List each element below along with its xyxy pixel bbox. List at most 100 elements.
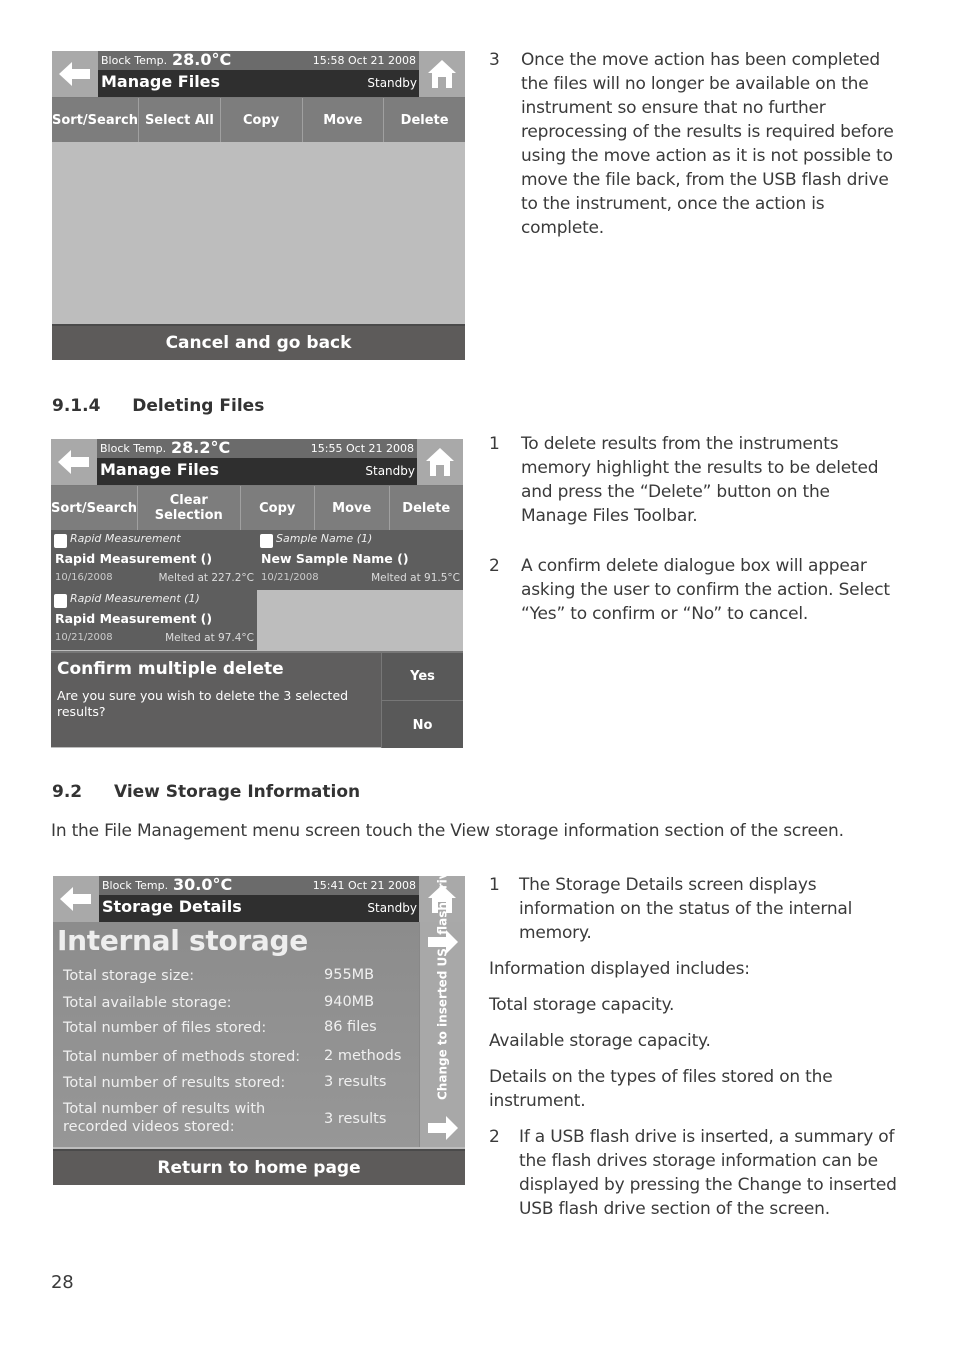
block-temp-value: 28.2°C (171, 439, 231, 457)
info-item: Available storage capacity. (489, 1031, 711, 1051)
screen-title: Storage Details (102, 897, 242, 916)
checkbox[interactable] (54, 534, 67, 548)
file-tile[interactable]: Rapid Measurement (1) Rapid Measurement … (51, 590, 257, 650)
step-number: 1 (489, 875, 500, 895)
section-title: View Storage Information (113, 782, 361, 802)
section-heading-9-1-4: 9.1.4 Deleting Files (52, 396, 264, 416)
storage-row-label: Total number of methods stored: (63, 1049, 301, 1065)
header-bar: Block Temp. 30.0°C 15:41 Oct 21 2008 Sto… (53, 876, 465, 922)
manage-files-toolbar: Sort/Search Select All Copy Move Delete (52, 97, 465, 142)
clear-selection-button[interactable]: Clear Selection (138, 486, 241, 530)
status-text: Standby (367, 901, 417, 915)
delete-steps: 1 To delete results from the instruments… (489, 432, 899, 626)
file-type: Rapid Measurement (1) (70, 592, 200, 605)
delete-button[interactable]: Delete (384, 98, 465, 142)
file-date: 10/21/2008 (55, 632, 113, 643)
checkbox[interactable] (54, 594, 67, 608)
dialog-title: Confirm multiple delete (57, 659, 284, 679)
move-button[interactable]: Move (315, 486, 390, 530)
info-item: Details on the types of files stored on … (489, 1067, 833, 1111)
step-2: 2 A confirm delete dialogue box will app… (489, 554, 899, 626)
screen-title: Manage Files (101, 72, 221, 91)
step-1: 1 To delete results from the instruments… (489, 432, 899, 528)
cancel-and-go-back-button[interactable]: Cancel and go back (52, 324, 465, 360)
dialog-message: Are you sure you wish to delete the 3 se… (57, 688, 349, 719)
header-bar: Block Temp. 28.0°C 15:58 Oct 21 2008 Man… (52, 51, 465, 97)
storage-details-screen: Block Temp. 30.0°C 15:41 Oct 21 2008 Sto… (53, 876, 465, 1185)
title-area: Block Temp. 30.0°C 15:41 Oct 21 2008 Sto… (99, 876, 419, 922)
storage-row-value: 940MB (324, 994, 375, 1010)
section-number: 9.1.4 (52, 396, 101, 416)
step-text: If a USB flash drive is inserted, a summ… (519, 1127, 897, 1219)
file-name: Rapid Measurement () (55, 611, 213, 626)
yes-button[interactable]: Yes (381, 653, 463, 701)
step-number: 2 (489, 1127, 500, 1147)
block-temp-label: Block Temp. (102, 879, 169, 892)
step-text: To delete results from the instruments m… (521, 434, 879, 526)
section-intro: In the File Management menu screen touch… (51, 821, 844, 841)
page-number: 28 (51, 1272, 74, 1293)
block-temp-value: 30.0°C (173, 876, 233, 894)
datetime: 15:41 Oct 21 2008 (312, 879, 416, 892)
storage-row-value: 2 methods (324, 1048, 402, 1064)
file-tile[interactable]: Sample Name (1) New Sample Name () 10/21… (257, 530, 463, 590)
file-date: 10/16/2008 (55, 572, 113, 583)
change-to-usb-button[interactable]: Change to inserted USB flash drive (419, 876, 465, 1147)
step-text: The Storage Details screen displays info… (519, 875, 853, 943)
usb-button-label: Change to inserted USB flash drive (435, 876, 449, 1100)
melt-result: Melted at 227.2°C (158, 572, 254, 584)
storage-row-value: 86 files (324, 1019, 377, 1035)
home-button[interactable] (417, 439, 463, 485)
info-intro: Information displayed includes: (489, 959, 750, 979)
step-2: 2 If a USB flash drive is inserted, a su… (489, 1125, 899, 1221)
storage-row-label: Total number of results stored: (63, 1075, 286, 1091)
title-area: Block Temp. 28.2°C 15:55 Oct 21 2008 Man… (97, 439, 417, 485)
storage-description: 1 The Storage Details screen displays in… (489, 873, 899, 1221)
storage-heading: Internal storage (57, 924, 308, 957)
delete-button[interactable]: Delete (389, 486, 463, 530)
step-3: 3 Once the move action has been complete… (489, 48, 899, 240)
file-type: Rapid Measurement (70, 532, 181, 545)
section-number: 9.2 (52, 782, 83, 802)
step-text: A confirm delete dialogue box will appea… (521, 556, 890, 624)
move-button[interactable]: Move (302, 98, 385, 142)
storage-row-value: 3 results (324, 1111, 387, 1127)
status-text: Standby (367, 76, 417, 90)
back-button[interactable] (53, 876, 99, 922)
melt-result: Melted at 91.5°C (371, 572, 460, 584)
copy-button[interactable]: Copy (220, 98, 303, 142)
no-button[interactable]: No (381, 701, 463, 748)
manage-files-toolbar: Sort/Search Clear Selection Copy Move De… (51, 485, 463, 530)
file-date: 10/21/2008 (261, 572, 319, 583)
home-icon (426, 448, 454, 476)
back-arrow-icon (58, 450, 89, 474)
back-button[interactable] (51, 439, 97, 485)
file-tile[interactable]: Rapid Measurement Rapid Measurement () 1… (51, 530, 257, 590)
storage-row-value: 3 results (324, 1074, 387, 1090)
storage-row-label: Total available storage: (63, 995, 232, 1011)
right-arrow-icon (428, 1116, 458, 1140)
storage-row-label: Total number of results with recorded vi… (63, 1101, 266, 1135)
back-button[interactable] (52, 51, 98, 97)
home-button[interactable] (419, 51, 465, 97)
datetime: 15:55 Oct 21 2008 (310, 442, 414, 455)
storage-row-value: 955MB (324, 967, 375, 983)
status-text: Standby (365, 464, 415, 478)
checkbox[interactable] (260, 534, 273, 548)
step-text: Once the move action has been completed … (521, 50, 894, 238)
step-number: 2 (489, 556, 500, 576)
datetime: 15:58 Oct 21 2008 (312, 54, 416, 67)
screen-title: Manage Files (100, 460, 220, 479)
file-name: New Sample Name () (261, 551, 409, 566)
copy-button[interactable]: Copy (240, 486, 315, 530)
return-to-home-page-button[interactable]: Return to home page (53, 1149, 465, 1185)
storage-row-label: Total number of files stored: (63, 1020, 267, 1036)
info-item: Total storage capacity. (489, 995, 675, 1015)
sort-search-button[interactable]: Sort/Search (51, 486, 138, 530)
select-all-button[interactable]: Select All (139, 98, 221, 142)
step-number: 3 (489, 50, 500, 70)
sort-search-button[interactable]: Sort/Search (52, 98, 139, 142)
block-temp-label: Block Temp. (101, 54, 168, 67)
back-arrow-icon (60, 887, 91, 911)
header-bar: Block Temp. 28.2°C 15:55 Oct 21 2008 Man… (51, 439, 463, 485)
